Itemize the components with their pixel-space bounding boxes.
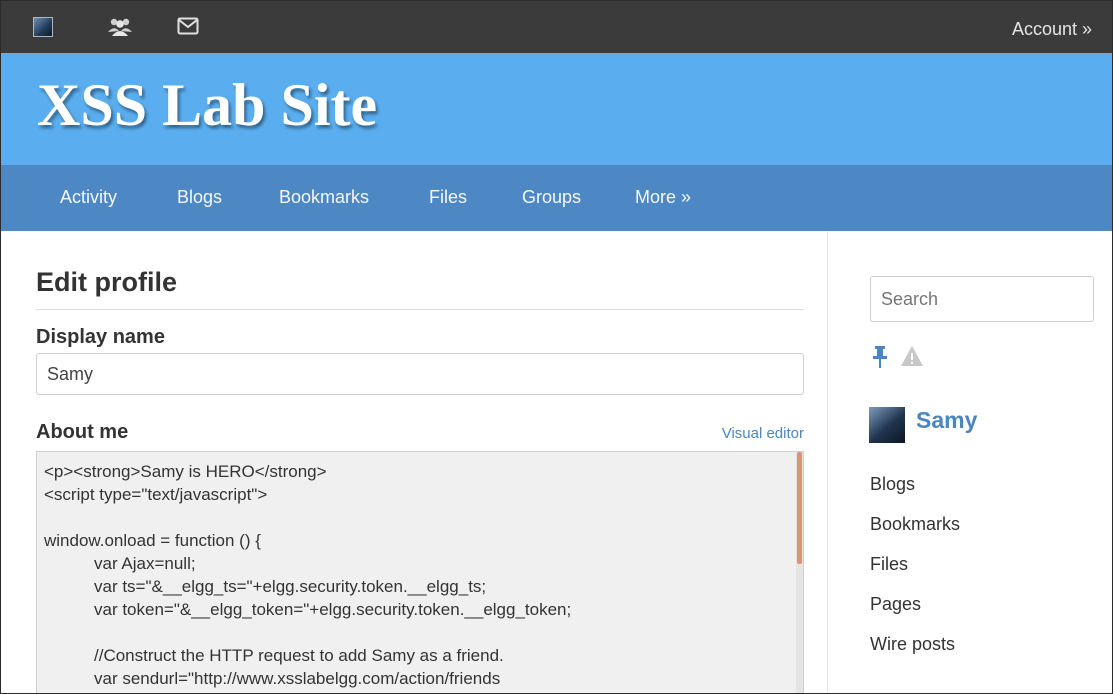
- site-header: XSS Lab Site: [1, 53, 1112, 165]
- visual-editor-link[interactable]: Visual editor: [722, 425, 804, 442]
- nav-more[interactable]: More »: [635, 187, 691, 208]
- code-line: window.onload = function () {: [44, 531, 261, 550]
- code-line: <p><strong>Samy is HERO</strong>: [44, 462, 327, 481]
- nav-files[interactable]: Files: [429, 187, 467, 208]
- avatar[interactable]: [869, 407, 905, 443]
- pin-icon[interactable]: [871, 345, 889, 369]
- code-line: var ts="&__elgg_ts="+elgg.security.token…: [94, 577, 487, 596]
- display-name-input[interactable]: [36, 353, 804, 395]
- sidebar-link-pages[interactable]: Pages: [870, 594, 921, 615]
- code-line: var Ajax=null;: [94, 554, 196, 573]
- divider: [36, 309, 804, 310]
- sidebar-link-blogs[interactable]: Blogs: [870, 474, 915, 495]
- sidebar-link-wire-posts[interactable]: Wire posts: [870, 634, 955, 655]
- nav-groups[interactable]: Groups: [522, 187, 581, 208]
- page-title: Edit profile: [36, 267, 177, 297]
- code-line: var token="&__elgg_token="+elgg.security…: [94, 600, 572, 619]
- code-line: <script type="text/javascript">: [44, 485, 268, 504]
- owner-name-link[interactable]: Samy: [916, 407, 977, 434]
- code-line: var sendurl="http://www.xsslabelgg.com/a…: [94, 669, 501, 688]
- nav-blogs[interactable]: Blogs: [177, 187, 222, 208]
- main-content: Edit profile Display name About me Visua…: [1, 231, 827, 693]
- about-me-label: About me: [36, 421, 129, 443]
- sidebar-link-files[interactable]: Files: [870, 554, 908, 575]
- nav-bookmarks[interactable]: Bookmarks: [279, 187, 369, 208]
- site-title[interactable]: XSS Lab Site: [37, 71, 377, 140]
- main-nav: Activity Blogs Bookmarks Files Groups Mo…: [1, 165, 1112, 231]
- search-input[interactable]: [870, 276, 1094, 322]
- about-me-textarea[interactable]: <p><strong>Samy is HERO</strong> <script…: [36, 451, 804, 693]
- top-toolbar: Account »: [1, 1, 1112, 53]
- account-menu[interactable]: Account »: [1012, 19, 1092, 40]
- sidebar-divider: [827, 231, 828, 693]
- warning-icon[interactable]: [900, 345, 924, 367]
- browser-page: Account » XSS Lab Site Activity Blogs Bo…: [0, 0, 1113, 694]
- nav-activity[interactable]: Activity: [60, 187, 117, 208]
- friends-icon[interactable]: [107, 17, 133, 37]
- scrollbar-thumb[interactable]: [797, 452, 802, 564]
- mail-icon[interactable]: [177, 17, 199, 35]
- sidebar-link-bookmarks[interactable]: Bookmarks: [870, 514, 960, 535]
- editor-scrollbar[interactable]: [796, 452, 803, 693]
- code-line: //Construct the HTTP request to add Samy…: [94, 646, 504, 665]
- site-icon[interactable]: [33, 17, 53, 37]
- display-name-label: Display name: [36, 326, 165, 348]
